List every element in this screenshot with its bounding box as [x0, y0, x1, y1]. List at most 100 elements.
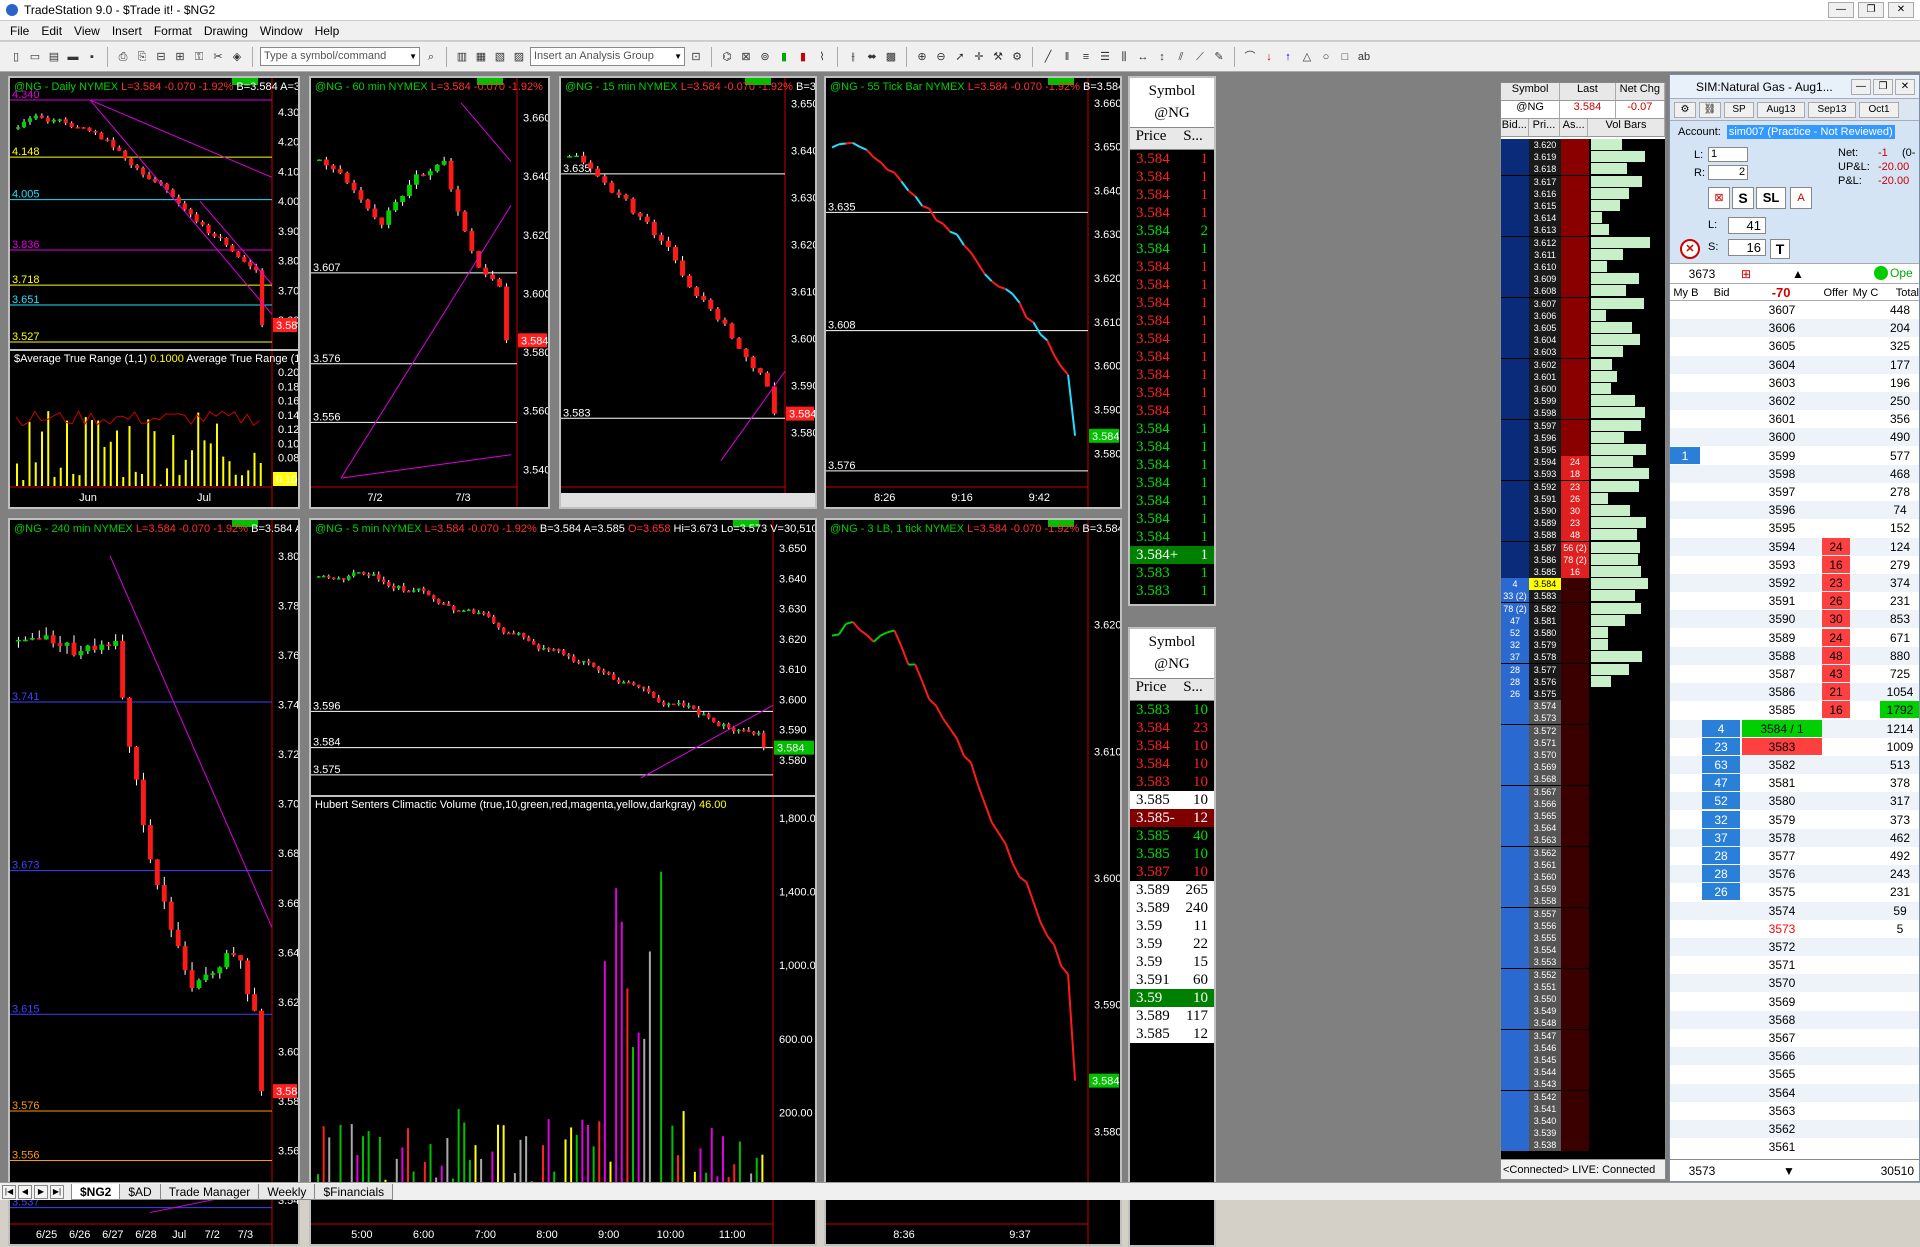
dom-col-bid[interactable]: Bid: [1702, 284, 1742, 300]
ladder-ask-cell[interactable]: 24: [1561, 456, 1589, 468]
ts-row[interactable]: 3.58423: [1130, 719, 1214, 737]
ladder-bid-cell[interactable]: 78 (2): [1501, 603, 1529, 615]
ladder-ask-cell[interactable]: [1561, 798, 1589, 810]
dom-mybid-cell[interactable]: [1670, 301, 1700, 318]
dom-mybid-cell[interactable]: [1670, 665, 1700, 682]
dom-mybid-cell[interactable]: [1670, 538, 1700, 555]
ladder-row[interactable]: 3.596: [1501, 432, 1666, 444]
dom-total-cell[interactable]: 853: [1880, 610, 1920, 627]
dom-price-cell[interactable]: 3581: [1742, 774, 1822, 791]
dom-total-cell[interactable]: 880: [1880, 647, 1920, 664]
dom-myoffer-cell[interactable]: [1852, 938, 1880, 955]
dom-bid-cell[interactable]: [1702, 501, 1740, 518]
ts-size-header[interactable]: S...: [1172, 679, 1214, 700]
dom-mybid-cell[interactable]: [1670, 410, 1700, 427]
dom-total-cell[interactable]: 250: [1880, 392, 1920, 409]
dom-row[interactable]: 3565: [1670, 1065, 1920, 1083]
dom-offer-cell[interactable]: [1822, 1011, 1850, 1028]
dom-bid-cell[interactable]: [1702, 1011, 1740, 1028]
ts-row[interactable]: 3.59160: [1130, 971, 1214, 989]
dom-price-cell[interactable]: 3594: [1742, 538, 1822, 555]
dom-row[interactable]: 3571: [1670, 956, 1920, 974]
ladder-ask-cell[interactable]: 30: [1561, 505, 1589, 517]
dom-price-cell[interactable]: 3589: [1742, 629, 1822, 646]
dom-bid-cell[interactable]: [1702, 647, 1740, 664]
dom-bid-cell[interactable]: [1702, 1065, 1740, 1082]
dom-myoffer-cell[interactable]: [1852, 1120, 1880, 1137]
dom-mybid-cell[interactable]: [1670, 1138, 1700, 1155]
dom-mybid-cell[interactable]: [1670, 629, 1700, 646]
ladder-ask-cell[interactable]: [1561, 1078, 1589, 1090]
dom-row[interactable]: 3602250: [1670, 392, 1920, 410]
ladder-ask-cell[interactable]: 16: [1561, 566, 1589, 578]
new-icon[interactable]: ▯: [8, 49, 24, 65]
dom-myoffer-cell[interactable]: [1852, 465, 1880, 482]
dom-myoffer-cell[interactable]: [1852, 738, 1880, 755]
dom-minimize-button[interactable]: —: [1851, 79, 1871, 95]
ts-row[interactable]: 3.5841: [1130, 258, 1214, 276]
ladder-bid-cell[interactable]: [1501, 517, 1529, 529]
ts-row[interactable]: 3.589265: [1130, 881, 1214, 899]
ladder-row[interactable]: 3.605: [1501, 322, 1666, 334]
dom-row[interactable]: 3561: [1670, 1138, 1920, 1156]
dom-offer-cell[interactable]: [1822, 301, 1850, 318]
dom-bid-cell[interactable]: 47: [1702, 774, 1740, 791]
ladder-bid-cell[interactable]: 32: [1501, 639, 1529, 651]
ts-row[interactable]: 3.5841: [1130, 204, 1214, 222]
ladder-ask-cell[interactable]: [1561, 407, 1589, 419]
dom-offer-cell[interactable]: [1822, 1047, 1850, 1064]
ladder-ask-cell[interactable]: [1561, 273, 1589, 285]
ladder-row[interactable]: 3.620: [1501, 139, 1666, 151]
bar-spacing-icon[interactable]: ⫲: [845, 49, 861, 65]
ladder-row[interactable]: 3.597: [1501, 420, 1666, 432]
down-arrow-icon[interactable]: ↓: [1261, 49, 1277, 65]
dom-mybid-cell[interactable]: [1670, 829, 1700, 846]
dom-total-cell[interactable]: [1880, 956, 1920, 973]
ladder-ask-cell[interactable]: [1561, 737, 1589, 749]
ladder-bid-cell[interactable]: [1501, 554, 1529, 566]
dom-col-mybid[interactable]: My B: [1670, 284, 1702, 300]
dom-row[interactable]: 3570: [1670, 974, 1920, 992]
chart-window-15min[interactable]: @NG - 15 min NYMEX L=3.584 -0.070 -1.92%…: [559, 76, 817, 509]
open-workspace-icon[interactable]: ▤: [46, 49, 62, 65]
dom-total-cell[interactable]: [1880, 1120, 1920, 1137]
dom-offer-cell[interactable]: [1822, 374, 1850, 391]
dom-bid-cell[interactable]: 63: [1702, 756, 1740, 773]
dom-col-total[interactable]: Total: [1880, 284, 1919, 300]
trendline[interactable]: [90, 100, 272, 177]
dom-bid-cell[interactable]: 4: [1702, 720, 1740, 737]
dom-bid-cell[interactable]: [1702, 974, 1740, 991]
dom-row[interactable]: 633582513: [1670, 756, 1920, 774]
pointer-icon[interactable]: ➚: [952, 49, 968, 65]
ladder-ask-cell[interactable]: [1561, 725, 1589, 737]
ladder-row[interactable]: 43.584: [1501, 578, 1666, 590]
ts-price-header[interactable]: Price: [1130, 679, 1172, 700]
dom-myoffer-cell[interactable]: [1852, 647, 1880, 664]
ladder-bid-cell[interactable]: [1501, 725, 1529, 737]
dom-myoffer-cell[interactable]: [1852, 865, 1880, 882]
ladder-ask-cell[interactable]: 56 (2): [1561, 542, 1589, 554]
dom-price-cell[interactable]: 3598: [1742, 465, 1822, 482]
ts-row[interactable]: 3.5841: [1130, 348, 1214, 366]
ladder-ask-cell[interactable]: [1561, 188, 1589, 200]
dom-total-cell[interactable]: [1880, 1029, 1920, 1046]
dom-row[interactable]: 359223374: [1670, 574, 1920, 592]
ladder-bid-cell[interactable]: [1501, 1091, 1529, 1103]
ladder-bid-cell[interactable]: [1501, 285, 1529, 297]
dom-mybid-cell[interactable]: [1670, 374, 1700, 391]
dom-bid-cell[interactable]: 23: [1702, 738, 1740, 755]
trendline[interactable]: [341, 205, 511, 478]
dom-mybid-cell[interactable]: [1670, 519, 1700, 536]
dom-bid-cell[interactable]: [1702, 683, 1740, 700]
ladder-symbol-header[interactable]: Symbol: [1501, 83, 1560, 100]
dom-row[interactable]: 359424124: [1670, 538, 1920, 556]
dom-price-cell[interactable]: 3569: [1742, 993, 1822, 1010]
ts-row[interactable]: 3.5841: [1130, 474, 1214, 492]
ladder-bid-cell[interactable]: [1501, 773, 1529, 785]
dom-myoffer-cell[interactable]: [1852, 1047, 1880, 1064]
dom-myoffer-cell[interactable]: [1852, 356, 1880, 373]
ladder-row[interactable]: 263.575: [1501, 688, 1666, 700]
ladder-ask-cell[interactable]: [1561, 651, 1589, 663]
dom-mybid-cell[interactable]: [1670, 865, 1700, 882]
ladder-bid-cell[interactable]: [1501, 798, 1529, 810]
